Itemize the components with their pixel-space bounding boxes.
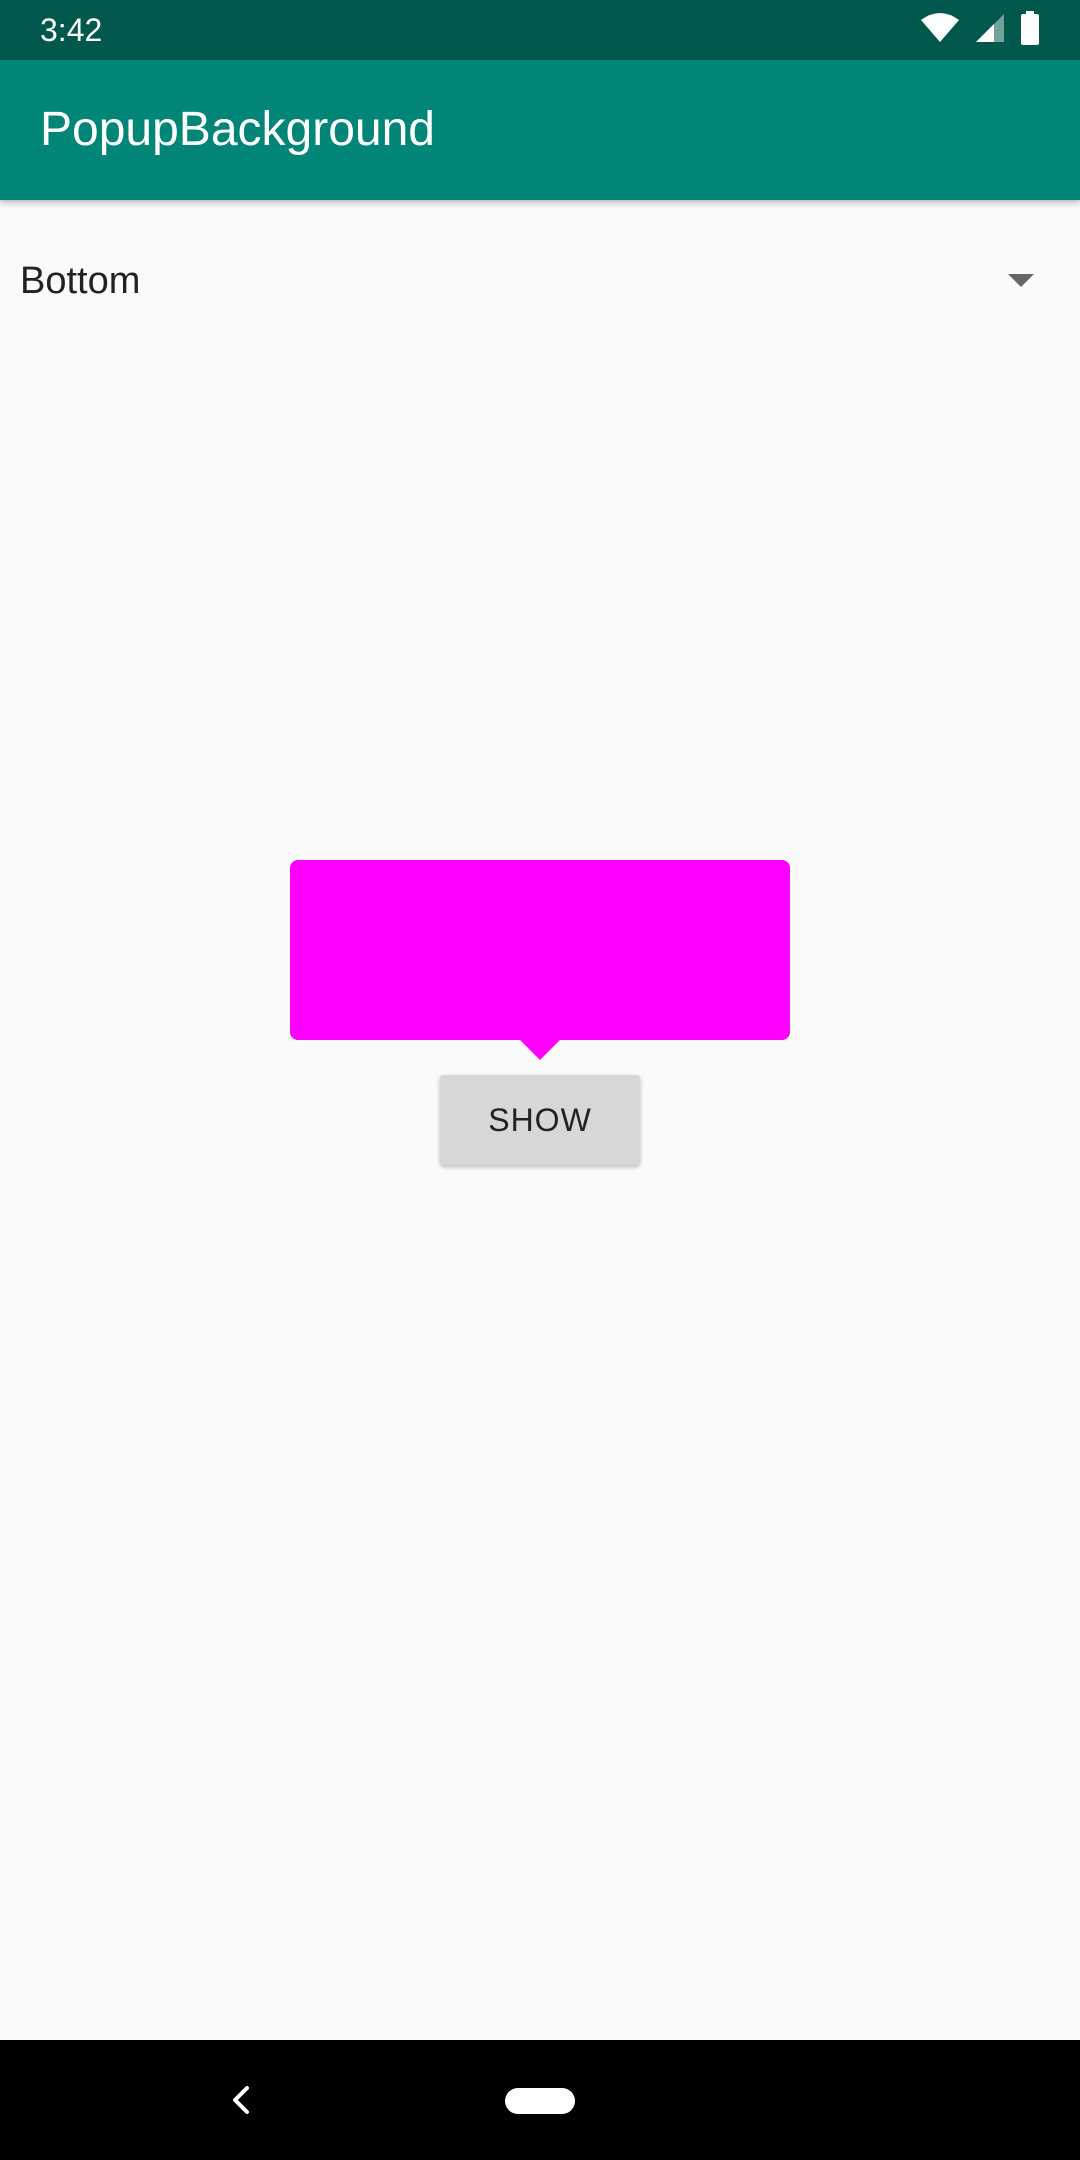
signal-icon bbox=[974, 12, 1006, 48]
position-spinner[interactable]: Bottom bbox=[0, 230, 1080, 330]
popup-pointer bbox=[520, 1040, 560, 1060]
app-bar: PopupBackground bbox=[0, 60, 1080, 200]
status-icons bbox=[920, 11, 1040, 49]
spinner-selected-value: Bottom bbox=[20, 260, 141, 302]
home-icon[interactable] bbox=[505, 2088, 575, 2114]
dropdown-arrow-icon bbox=[1008, 274, 1034, 287]
battery-icon bbox=[1020, 11, 1040, 49]
back-icon[interactable] bbox=[222, 2080, 262, 2120]
popup-window bbox=[290, 860, 790, 1040]
navigation-bar bbox=[0, 2040, 1080, 2160]
status-bar: 3:42 bbox=[0, 0, 1080, 60]
app-title: PopupBackground bbox=[40, 103, 435, 156]
screen: 3:42 PopupBackground Bottom SHOW bbox=[0, 0, 1080, 2160]
wifi-icon bbox=[920, 12, 960, 48]
status-time: 3:42 bbox=[40, 12, 103, 48]
show-button[interactable]: SHOW bbox=[440, 1075, 640, 1165]
